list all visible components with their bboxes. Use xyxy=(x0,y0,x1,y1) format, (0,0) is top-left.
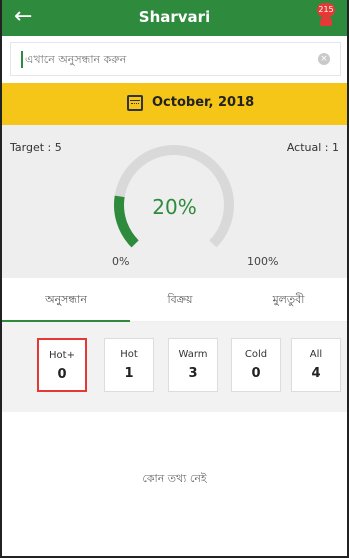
filter-warm[interactable]: Warm 3 xyxy=(168,338,218,392)
month-selector[interactable]: October, 2018 xyxy=(2,83,347,125)
target-gauge-panel: Target : 5 Actual : 1 20% 0% 100% xyxy=(2,125,347,278)
calendar-icon xyxy=(127,95,143,111)
empty-state-message: কোন তথ্য নেই xyxy=(142,472,207,485)
gauge-max-label: 100% xyxy=(247,255,279,268)
filter-count: 0 xyxy=(251,366,261,381)
search-input[interactable] xyxy=(25,43,305,75)
app-header: ← Sharvari 215 xyxy=(2,0,347,36)
notification-button[interactable]: 215 xyxy=(315,3,337,31)
bell-icon xyxy=(320,16,332,26)
tab-bar: অনুসন্ধান বিক্রয় মুলতুবী xyxy=(2,278,347,322)
filter-label: Warm xyxy=(178,349,208,360)
filter-hot[interactable]: Hot 1 xyxy=(104,338,154,392)
filter-count: 4 xyxy=(311,366,321,381)
notification-badge: 215 xyxy=(317,3,335,17)
text-cursor xyxy=(21,51,23,68)
filter-count: 3 xyxy=(188,366,198,381)
filter-label: Hot+ xyxy=(49,350,75,361)
tab-sales[interactable]: বিক্রয় xyxy=(130,278,230,322)
gauge-percent: 20% xyxy=(152,195,197,219)
search-box: × xyxy=(10,42,341,76)
tab-pending[interactable]: মুলতুবী xyxy=(230,278,347,322)
gauge-min-label: 0% xyxy=(112,255,130,268)
filter-label: All xyxy=(309,349,323,360)
filter-hot-plus[interactable]: Hot+ 0 xyxy=(37,338,87,392)
filter-count: 0 xyxy=(57,367,67,382)
clear-icon[interactable]: × xyxy=(318,53,330,65)
filter-cold[interactable]: Cold 0 xyxy=(231,338,281,392)
filter-label: Cold xyxy=(244,349,268,360)
month-label: October, 2018 xyxy=(152,95,255,110)
filter-all[interactable]: All 4 xyxy=(291,338,341,392)
filter-count: 1 xyxy=(124,366,134,381)
page-title: Sharvari xyxy=(138,8,211,26)
app-screen: ← Sharvari 215 × October, 2018 Target : … xyxy=(0,0,349,558)
filter-label: Hot xyxy=(120,349,138,360)
lead-filter-row: Hot+ 0 Hot 1 Warm 3 Cold 0 All 4 xyxy=(2,322,347,412)
tab-search[interactable]: অনুসন্ধান xyxy=(2,278,130,322)
